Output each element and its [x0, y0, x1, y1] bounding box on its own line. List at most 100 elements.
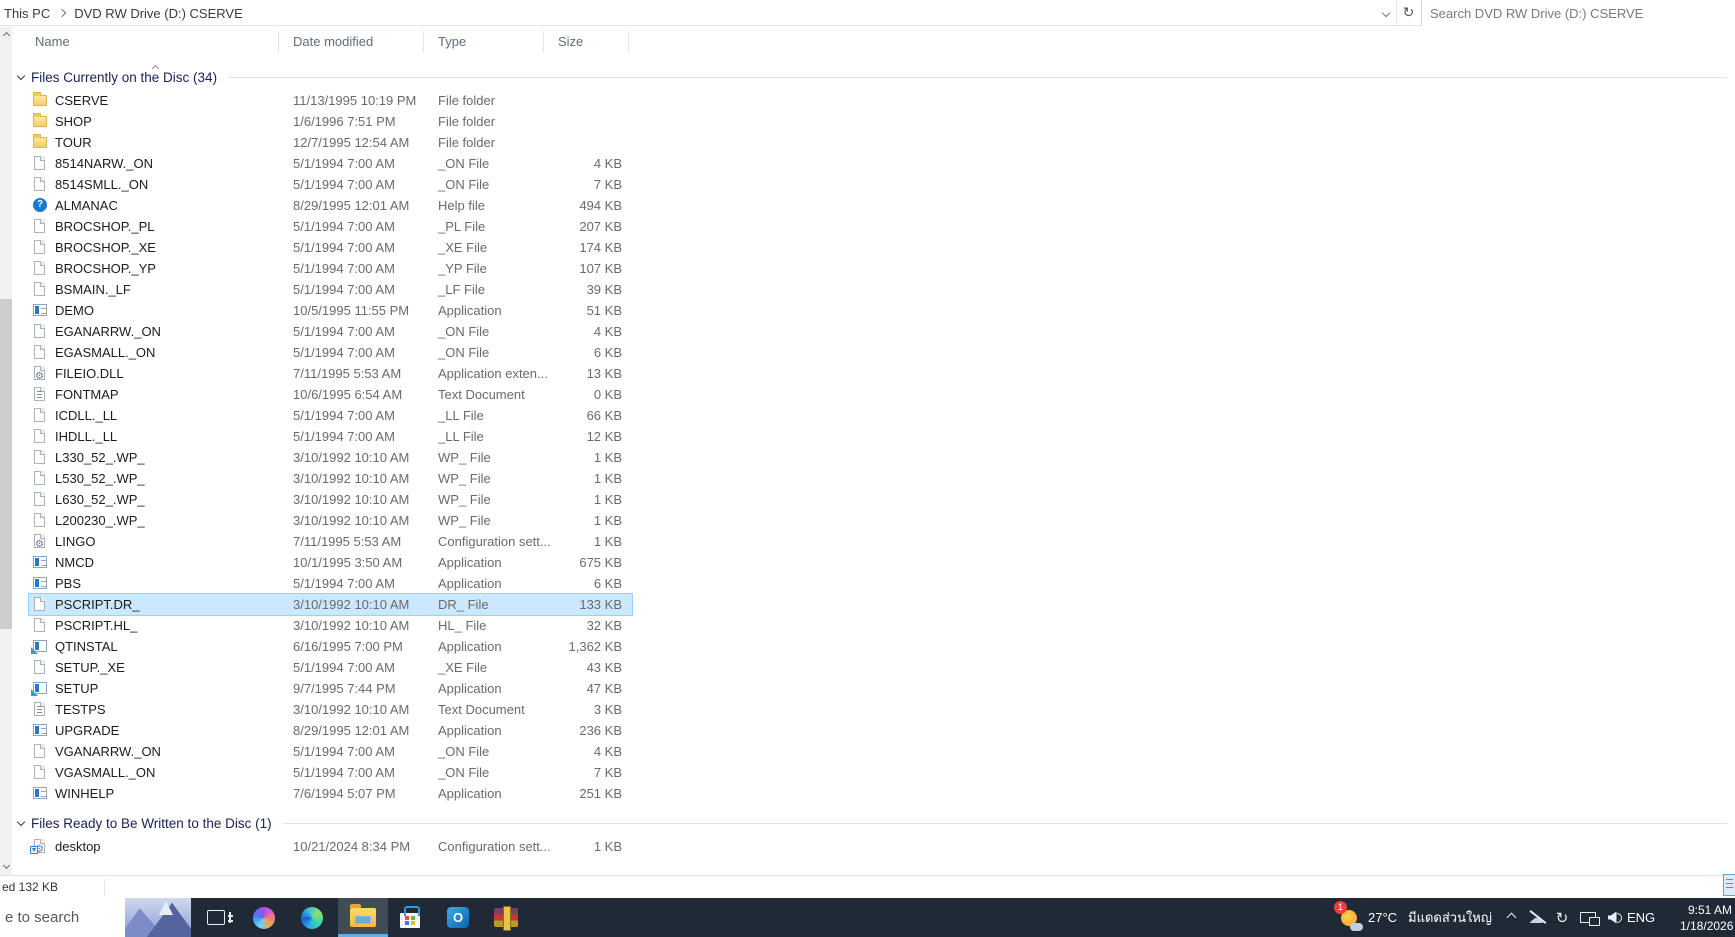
sync-icon[interactable]: ↻ [1550, 898, 1574, 937]
file-icon [34, 156, 45, 170]
file-row[interactable]: PSCRIPT.HL_ 3/10/1992 10:10 AM HL_ File 32 … [29, 615, 632, 636]
file-name: L530_52_.WP_ [55, 471, 145, 486]
file-size: 494 KB [579, 198, 622, 213]
file-row[interactable]: BROCSHOP._YP 5/1/1994 7:00 AM _YP File 107 … [29, 258, 632, 279]
file-icon [34, 324, 45, 338]
file-row[interactable]: UPGRADE 8/29/1995 12:01 AM Application 236 … [29, 720, 632, 741]
file-date: 3/10/1992 10:10 AM [293, 492, 410, 507]
file-icon [34, 660, 45, 674]
file-row[interactable]: TOUR 12/7/1995 12:54 AM File folder [29, 132, 632, 153]
file-row[interactable]: TESTPS 3/10/1992 10:10 AM Text Document 3 K… [29, 699, 632, 720]
network-icon[interactable] [1576, 898, 1600, 937]
file-size: 1,362 KB [568, 639, 623, 654]
outlook-icon: O [447, 907, 469, 928]
file-row[interactable]: DEMO 10/5/1995 11:55 PM Application 51 KB [29, 300, 632, 321]
file-name: SETUP._XE [55, 660, 125, 675]
file-row[interactable]: CSERVE 11/13/1995 10:19 PM File folder [29, 90, 632, 111]
tray-clock[interactable]: 9:51 AM 1/18/2026 [1680, 902, 1734, 934]
file-row[interactable]: BROCSHOP._XE 5/1/1994 7:00 AM _XE File 174 … [29, 237, 632, 258]
tray-date: 1/18/2026 [1680, 919, 1734, 933]
folder-icon [33, 134, 47, 148]
file-row[interactable]: FONTMAP 10/6/1995 6:54 AM Text Document 0 K… [29, 384, 632, 405]
taskbar-search-text: e to search [5, 909, 80, 926]
file-size: 6 KB [593, 576, 622, 591]
file-row[interactable]: SETUP 9/7/1995 7:44 PM Application 47 KB [29, 678, 632, 699]
app-icon [33, 304, 47, 316]
file-type: Application [438, 303, 502, 318]
file-row[interactable]: QTINSTAL 6/16/1995 7:00 PM Application 1,36… [29, 636, 632, 657]
file-row[interactable]: 8514SMLL._ON 5/1/1994 7:00 AM _ON File 7 KB [29, 174, 632, 195]
file-row[interactable]: VGASMALL._ON 5/1/1994 7:00 AM _ON File 7 KB [29, 762, 632, 783]
file-name: FILEIO.DLL [55, 366, 124, 381]
file-type: Application [438, 723, 502, 738]
file-size: 43 KB [586, 660, 622, 675]
folder-icon [33, 113, 47, 127]
app-icon [33, 787, 47, 799]
file-row[interactable]: EGASMALL._ON 5/1/1994 7:00 AM _ON File 6 KB [29, 342, 632, 363]
file-type: Application [438, 786, 502, 801]
file-row[interactable]: SHOP 1/6/1996 7:51 PM File folder [29, 111, 632, 132]
onedrive-offline-icon[interactable]: ☁ [1524, 898, 1548, 937]
search-highlight-image[interactable] [125, 898, 191, 937]
tray-language[interactable]: ENG [1627, 898, 1655, 937]
group-header[interactable]: Files Ready to Be Written to the Disc (1… [16, 812, 1727, 834]
taskbar-search[interactable]: e to search [0, 898, 191, 937]
file-type: File folder [438, 93, 496, 108]
file-name: TOUR [55, 135, 92, 150]
file-row[interactable]: ICDLL._LL 5/1/1994 7:00 AM _LL File 66 KB [29, 405, 632, 426]
file-row[interactable]: PBS 5/1/1994 7:00 AM Application 6 KB [29, 573, 632, 594]
status-separator [104, 879, 105, 895]
file-row[interactable]: IHDLL._LL 5/1/1994 7:00 AM _LL File 12 KB [29, 426, 632, 447]
file-row[interactable]: L200230_.WP_ 3/10/1992 10:10 AM WP_ File 1 … [29, 510, 632, 531]
edge-button[interactable] [290, 898, 334, 937]
tray-chevron-up-icon[interactable] [1499, 898, 1523, 937]
file-row[interactable]: L630_52_.WP_ 3/10/1992 10:10 AM WP_ File 1 … [29, 489, 632, 510]
tray-temperature[interactable]: 27°C [1368, 898, 1397, 937]
volume-icon[interactable] [1600, 898, 1624, 937]
file-explorer-button[interactable] [338, 898, 388, 937]
file-date: 3/10/1992 10:10 AM [293, 450, 410, 465]
task-view-button[interactable] [194, 898, 238, 937]
tray-weather-text[interactable]: มีแดดส่วนใหญ่ [1408, 898, 1492, 937]
file-row[interactable]: 8514NARW._ON 5/1/1994 7:00 AM _ON File 4 KB [29, 153, 632, 174]
file-type: HL_ File [438, 618, 487, 633]
help-icon: ? [33, 198, 47, 212]
file-row[interactable]: BROCSHOP._PL 5/1/1994 7:00 AM _PL File 207 … [29, 216, 632, 237]
tray-time: 9:51 AM [1687, 903, 1732, 917]
file-row[interactable]: PSCRIPT.DR_ 3/10/1992 10:10 AM DR_ File 133… [28, 593, 633, 616]
store-button[interactable] [388, 898, 432, 937]
file-name: DEMO [55, 303, 94, 318]
weather-icon[interactable]: 1 [1334, 901, 1363, 931]
file-row[interactable]: ? ALMANAC 8/29/1995 12:01 AM Help file 494 K… [29, 195, 632, 216]
file-row[interactable]: ⚙ LINGO 7/11/1995 5:53 AM Configuration set… [29, 531, 632, 552]
file-row[interactable]: ⚙ desktop 10/21/2024 8:34 PM Configuration … [29, 836, 632, 857]
file-size: 66 KB [586, 408, 622, 423]
outlook-button[interactable]: O [436, 898, 480, 937]
file-row[interactable]: L330_52_.WP_ 3/10/1992 10:10 AM WP_ File 1 … [29, 447, 632, 468]
notepad-window-icon[interactable] [1723, 874, 1735, 896]
write-to-disc-badge [30, 846, 38, 854]
file-icon [34, 597, 45, 611]
group-header[interactable]: Files Currently on the Disc (34) [16, 66, 1727, 88]
file-date: 3/10/1992 10:10 AM [293, 702, 410, 717]
file-date: 10/21/2024 8:34 PM [293, 839, 411, 854]
file-type: Application exten... [438, 366, 548, 381]
file-row[interactable]: ⚙ FILEIO.DLL 7/11/1995 5:53 AM Application … [29, 363, 632, 384]
file-name: IHDLL._LL [55, 429, 118, 444]
file-row[interactable]: SETUP._XE 5/1/1994 7:00 AM _XE File 43 KB [29, 657, 632, 678]
file-row[interactable]: EGANARRW._ON 5/1/1994 7:00 AM _ON File 4 KB [29, 321, 632, 342]
file-type: _YP File [438, 261, 487, 276]
copilot-button[interactable] [242, 898, 286, 937]
file-row[interactable]: VGANARRW._ON 5/1/1994 7:00 AM _ON File 4 KB [29, 741, 632, 762]
file-size: 12 KB [586, 429, 622, 444]
file-type: _PL File [438, 219, 486, 234]
file-row[interactable]: WINHELP 7/6/1994 5:07 PM Application 251 KB [29, 783, 632, 804]
folder-icon [33, 92, 47, 106]
file-row[interactable]: L530_52_.WP_ 3/10/1992 10:10 AM WP_ File 1 … [29, 468, 632, 489]
file-date: 5/1/1994 7:00 AM [293, 240, 395, 255]
file-row[interactable]: BSMAIN._LF 5/1/1994 7:00 AM _LF File 39 KB [29, 279, 632, 300]
file-row[interactable]: NMCD 10/1/1995 3:50 AM Application 675 KB [29, 552, 632, 573]
file-size: 107 KB [579, 261, 622, 276]
file-type: DR_ File [438, 597, 489, 612]
winrar-button[interactable] [484, 898, 528, 937]
